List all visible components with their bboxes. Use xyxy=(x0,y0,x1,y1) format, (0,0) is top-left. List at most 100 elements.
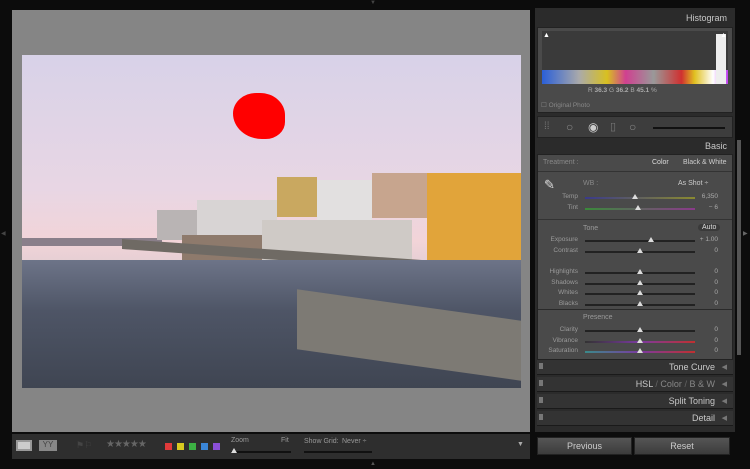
grid-slider[interactable] xyxy=(304,451,372,453)
slider-knob[interactable] xyxy=(637,337,643,343)
temp-slider[interactable] xyxy=(585,194,695,199)
purple-label-icon[interactable] xyxy=(213,443,220,450)
whites-slider[interactable] xyxy=(585,290,695,295)
top-panel-toggle-icon[interactable]: ▼ xyxy=(370,0,376,6)
highlight-clipping-icon[interactable]: ▲ xyxy=(720,32,727,39)
slider-label: Clarity xyxy=(559,326,578,333)
histogram-title[interactable]: Histogram xyxy=(686,13,727,23)
slider-value[interactable]: 0 xyxy=(714,326,718,333)
slider-value[interactable]: 0 xyxy=(714,289,718,296)
slider-knob[interactable] xyxy=(637,327,643,332)
slider-label: Temp xyxy=(562,193,578,200)
r-value: 36.3 xyxy=(594,87,608,94)
slider-value[interactable]: − 6 xyxy=(709,204,718,211)
radial-filter-icon[interactable]: ○ xyxy=(629,120,636,134)
slider-value[interactable]: 0 xyxy=(714,268,718,275)
right-panel-toggle-icon[interactable]: ▶ xyxy=(743,230,748,237)
b-label: B xyxy=(630,87,635,94)
wb-select[interactable]: As Shot ÷ xyxy=(678,180,708,187)
star-rating[interactable]: ★★★★★ xyxy=(106,439,147,450)
pct-label: % xyxy=(650,87,657,94)
slider-value[interactable]: 0 xyxy=(714,279,718,286)
histogram-section: ▲ ▲ R 36.3 G 36.2 B 45.1 % ☐ Original Ph… xyxy=(537,27,733,113)
brush-slider[interactable] xyxy=(653,127,725,129)
shadows-slider[interactable] xyxy=(585,279,695,285)
split-toning-title: Split Toning xyxy=(668,396,715,406)
tool-strip: ⁞⁞ ○ ◉ ▯ ○ xyxy=(537,116,733,138)
grid-select[interactable]: Never ÷ xyxy=(342,438,366,445)
blue-label-icon[interactable] xyxy=(201,443,208,450)
photo-canvas[interactable] xyxy=(22,55,521,388)
yellow-label-icon[interactable] xyxy=(177,443,184,450)
exposure-slider[interactable] xyxy=(585,237,695,242)
shadow-clipping-icon[interactable]: ▲ xyxy=(543,32,550,39)
contrast-slider[interactable] xyxy=(585,247,695,253)
detail-title: Detail xyxy=(691,413,715,423)
tone-label: Tone xyxy=(583,225,599,232)
flag-icon[interactable]: ⚑⚐ xyxy=(76,440,92,451)
slider-knob[interactable] xyxy=(637,348,643,353)
green-label-icon[interactable] xyxy=(189,443,196,450)
develop-right-panel: Histogram ▲ ▲ R 36.3 G 36.2 B 45.1 % ☐ O… xyxy=(535,8,735,432)
blacks-slider[interactable] xyxy=(585,300,695,306)
bottom-panel-toggle-icon[interactable]: ▲ xyxy=(370,461,376,467)
color-tab[interactable]: Color xyxy=(660,379,682,389)
auto-tone-button[interactable]: Auto xyxy=(698,224,721,231)
loupe-view-icon[interactable] xyxy=(16,440,32,451)
toolbar-menu-icon[interactable]: ▼ xyxy=(517,441,524,448)
treatment-label: Treatment : xyxy=(543,159,579,166)
grid-value: Never xyxy=(342,438,361,445)
hsl-header[interactable]: HSL / Color / B & W ◀ xyxy=(537,377,733,392)
clarity-slider[interactable] xyxy=(585,327,695,332)
slider-value[interactable]: 6,350 xyxy=(702,193,718,200)
before-after-icon[interactable]: YY xyxy=(39,440,57,451)
bottom-toolbar: YY ⚑⚐ ★★★★★ Zoom Fit Show Grid: Never ÷ … xyxy=(12,434,530,459)
g-value: 36.2 xyxy=(615,87,629,94)
slider-knob[interactable] xyxy=(631,194,638,199)
slider-row-clarity: Clarity 0 xyxy=(538,326,732,337)
slider-row-contrast: Contrast 0 xyxy=(538,247,732,258)
slider-row-tint: Tint − 6 xyxy=(538,204,732,215)
split-toning-header[interactable]: Split Toning ◀ xyxy=(537,394,733,409)
graduated-filter-icon[interactable]: ▯ xyxy=(610,120,616,133)
zoom-slider[interactable] xyxy=(231,448,291,453)
slider-label: Whites xyxy=(558,289,578,296)
treatment-color[interactable]: Color xyxy=(652,159,669,166)
bw-tab[interactable]: B & W xyxy=(689,379,715,389)
red-label-icon[interactable] xyxy=(165,443,172,450)
slider-knob[interactable] xyxy=(637,300,643,306)
slider-knob[interactable] xyxy=(637,290,643,295)
vibrance-slider[interactable] xyxy=(585,337,695,343)
slider-value[interactable]: 0 xyxy=(714,247,718,254)
panel-scrollbar[interactable] xyxy=(737,140,741,355)
wb-eyedropper-icon[interactable]: ✎ xyxy=(544,177,555,193)
slider-value[interactable]: + 1.00 xyxy=(700,236,718,243)
slider-row-shadows: Shadows 0 xyxy=(538,279,732,290)
saturation-slider[interactable] xyxy=(585,348,695,353)
treatment-bw[interactable]: Black & White xyxy=(683,159,727,166)
slider-knob[interactable] xyxy=(637,247,643,253)
detail-header[interactable]: Detail ◀ xyxy=(537,411,733,426)
slider-value[interactable]: 0 xyxy=(714,337,718,344)
spot-removal-icon[interactable]: ○ xyxy=(566,120,573,134)
basic-title[interactable]: Basic xyxy=(705,141,727,151)
slider-value[interactable]: 0 xyxy=(714,300,718,307)
red-eye-icon[interactable]: ◉ xyxy=(588,120,598,134)
original-photo-toggle[interactable]: ☐ Original Photo xyxy=(541,101,590,109)
slider-label: Tint xyxy=(567,203,578,211)
slider-knob[interactable] xyxy=(637,269,643,274)
tint-slider[interactable] xyxy=(585,204,695,210)
slider-knob[interactable] xyxy=(648,237,654,242)
slider-knob[interactable] xyxy=(634,204,641,210)
previous-button[interactable]: Previous xyxy=(537,437,632,455)
tone-curve-header[interactable]: Tone Curve ◀ xyxy=(537,360,733,375)
hsl-tab[interactable]: HSL xyxy=(636,379,653,389)
red-mask-overlay xyxy=(233,93,285,139)
b-value: 45.1 xyxy=(636,87,650,94)
left-panel-toggle-icon[interactable]: ◀ xyxy=(1,230,6,237)
slider-knob[interactable] xyxy=(637,279,643,285)
highlights-slider[interactable] xyxy=(585,269,695,274)
reset-button[interactable]: Reset xyxy=(634,437,730,455)
crop-tool-icon[interactable]: ⁞⁞ xyxy=(544,121,550,132)
slider-value[interactable]: 0 xyxy=(714,347,718,354)
